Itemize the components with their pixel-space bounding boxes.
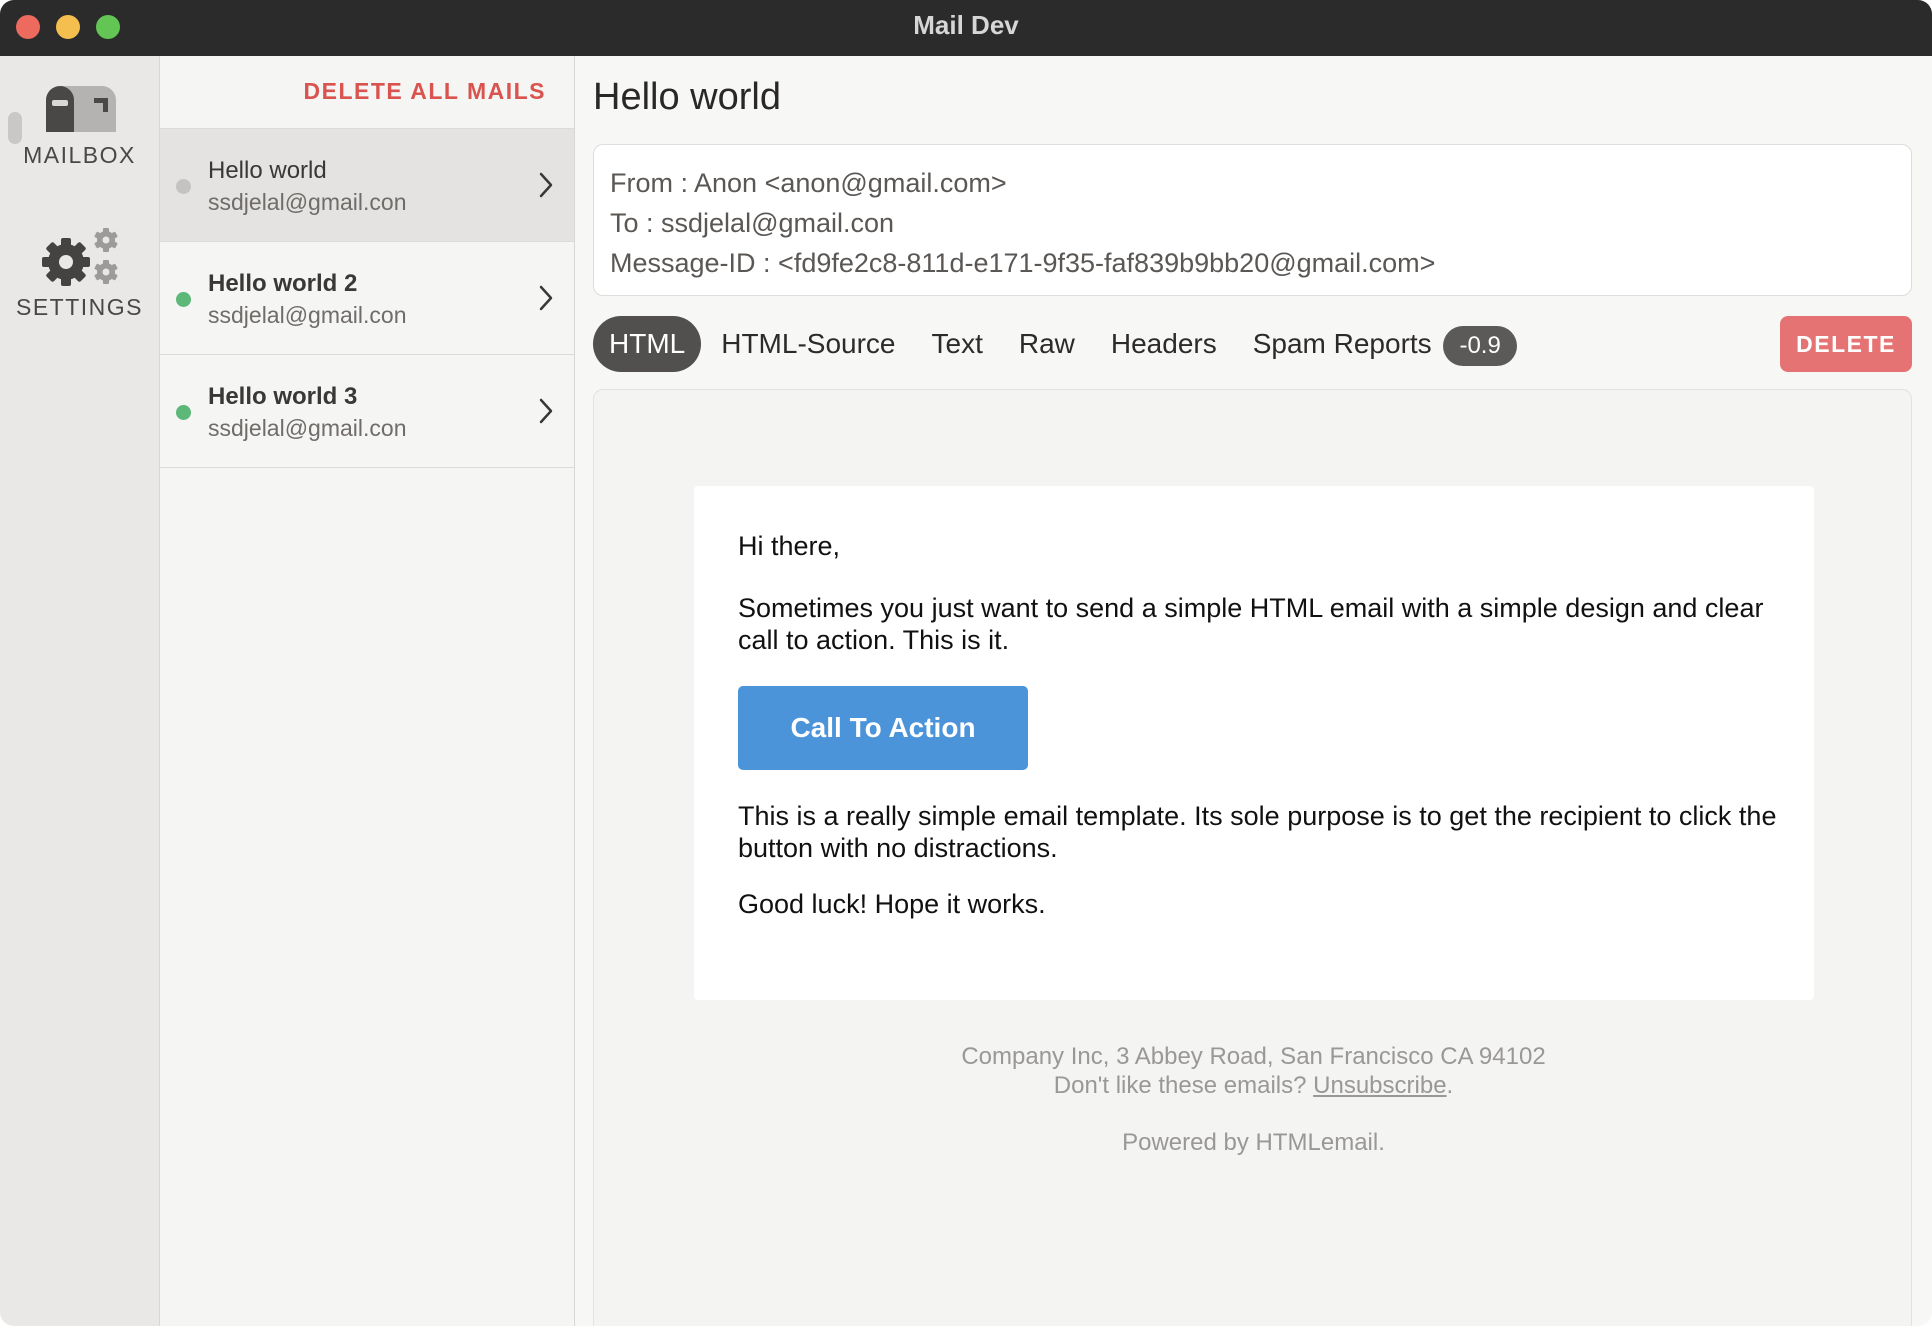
chevron-right-icon [539, 398, 553, 424]
nav-rail: MAILBOX SETTINGS [0, 56, 160, 1326]
mail-sender: ssdjelal@gmail.con [208, 189, 407, 215]
to-line: To : ssdjelal@gmail.con [610, 208, 895, 238]
message-id-line: Message-ID : <fd9fe2c8-811d-e171-9f35-fa… [610, 248, 1436, 278]
mail-headers-box: From : Anon <anon@gmail.com> To : ssdjel… [593, 144, 1912, 296]
email-greeting: Hi there, [738, 531, 841, 561]
mail-subject: Hello world 2 [208, 270, 358, 297]
gears-icon [41, 228, 118, 286]
nav-mailbox-label: MAILBOX [23, 142, 136, 168]
mail-sender: ssdjelal@gmail.con [208, 415, 407, 441]
window-title: Mail Dev [913, 10, 1019, 40]
unsubscribe-link[interactable]: Unsubscribe [1313, 1072, 1446, 1099]
mail-detail-pane: Hello world From : Anon <anon@gmail.com>… [575, 56, 1932, 1326]
delete-mail-button[interactable]: DELETE [1780, 316, 1912, 372]
footer-unsubscribe-suffix: . [1446, 1072, 1454, 1099]
unread-status-dot [176, 405, 191, 420]
nav-mailbox[interactable]: MAILBOX [0, 82, 159, 169]
from-line: From : Anon <anon@gmail.com> [610, 168, 1007, 198]
mail-subject: Hello world 3 [208, 383, 358, 410]
mail-list-item[interactable]: Hello world 2 ssdjelal@gmail.con [160, 242, 574, 355]
tab-text[interactable]: Text [916, 316, 999, 372]
tab-html-source[interactable]: HTML-Source [705, 316, 911, 372]
mail-list-item[interactable]: Hello world 3 ssdjelal@gmail.con [160, 355, 574, 468]
mail-list: Hello world ssdjelal@gmail.con Hello wor… [160, 128, 574, 468]
view-tabs: HTML HTML-Source Text Raw Headers Spam R… [593, 316, 1521, 372]
footer-powered-by: Powered by HTMLemail. [1122, 1129, 1385, 1156]
mail-subject: Hello world [208, 157, 327, 184]
mail-list-item[interactable]: Hello world ssdjelal@gmail.con [160, 129, 574, 242]
email-footer-address-block: Company Inc, 3 Abbey Road, San Francisco… [594, 1042, 1913, 1100]
footer-unsubscribe-prefix: Don't like these emails? [1053, 1072, 1314, 1099]
spam-score-badge: -0.9 [1443, 325, 1517, 366]
email-paragraph: Good luck! Hope it works. [738, 889, 1046, 919]
tab-headers[interactable]: Headers [1095, 316, 1233, 372]
delete-all-mails-button[interactable]: DELETE ALL MAILS [304, 78, 547, 105]
email-paragraph: Sometimes you just want to send a simple… [738, 593, 1764, 655]
call-to-action-button[interactable]: Call To Action [738, 686, 1028, 770]
title-bar: Mail Dev [0, 0, 1932, 56]
nav-settings-label: SETTINGS [15, 294, 143, 320]
html-preview-frame: Hi there, Sometimes you just want to sen… [593, 389, 1912, 1326]
mail-list-pane: DELETE ALL MAILS Hello world ssdjelal@gm… [160, 56, 575, 1326]
mailbox-icon [45, 86, 116, 132]
mail-sender: ssdjelal@gmail.con [208, 302, 407, 328]
tab-spam-reports[interactable]: Spam Reports -0.9 [1237, 316, 1517, 372]
footer-unsubscribe-line: Don't like these emails? Unsubscribe. [594, 1071, 1913, 1100]
footer-address: Company Inc, 3 Abbey Road, San Francisco… [961, 1043, 1546, 1070]
tab-html[interactable]: HTML [593, 316, 702, 372]
chevron-right-icon [539, 172, 553, 198]
app-window: Mail Dev MAILBOX SETTINGS DELETE ALL MAI… [0, 0, 1932, 1326]
unread-status-dot [176, 292, 191, 307]
chevron-right-icon [539, 285, 553, 311]
email-paragraph: This is a really simple email template. … [738, 801, 1777, 863]
read-status-dot [176, 179, 191, 194]
nav-settings[interactable]: SETTINGS [0, 226, 159, 321]
mail-detail-subject: Hello world [593, 76, 781, 118]
tab-raw[interactable]: Raw [1003, 316, 1091, 372]
tab-spam-reports-label: Spam Reports [1252, 328, 1432, 359]
email-body-card: Hi there, Sometimes you just want to sen… [694, 486, 1814, 1000]
